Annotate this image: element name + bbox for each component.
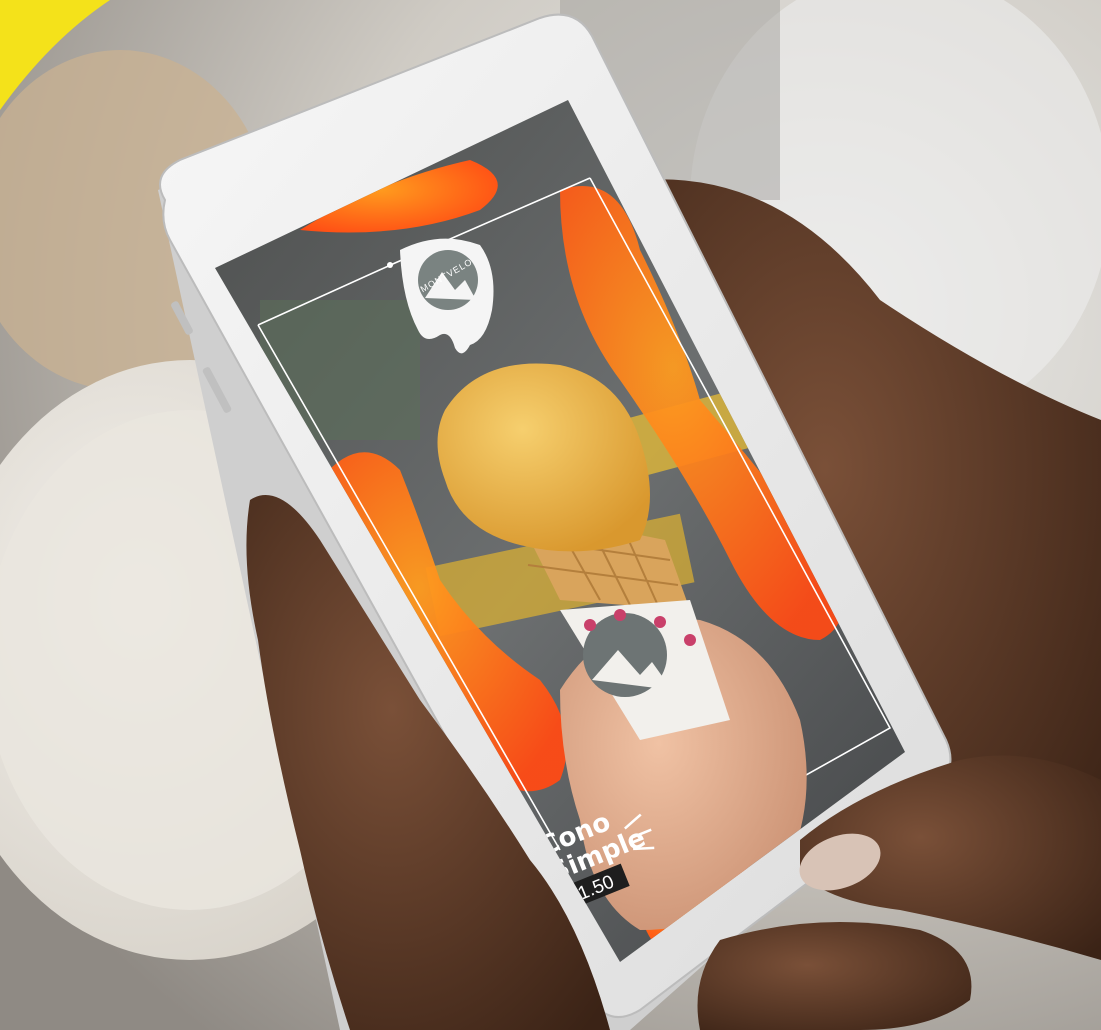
bottom-finger <box>697 922 972 1030</box>
photo-scene: MONTVELO Cono Simple $1.50 <box>0 0 1101 1030</box>
photo-stage: MONTVELO Cono Simple $1.50 <box>0 0 1101 1030</box>
